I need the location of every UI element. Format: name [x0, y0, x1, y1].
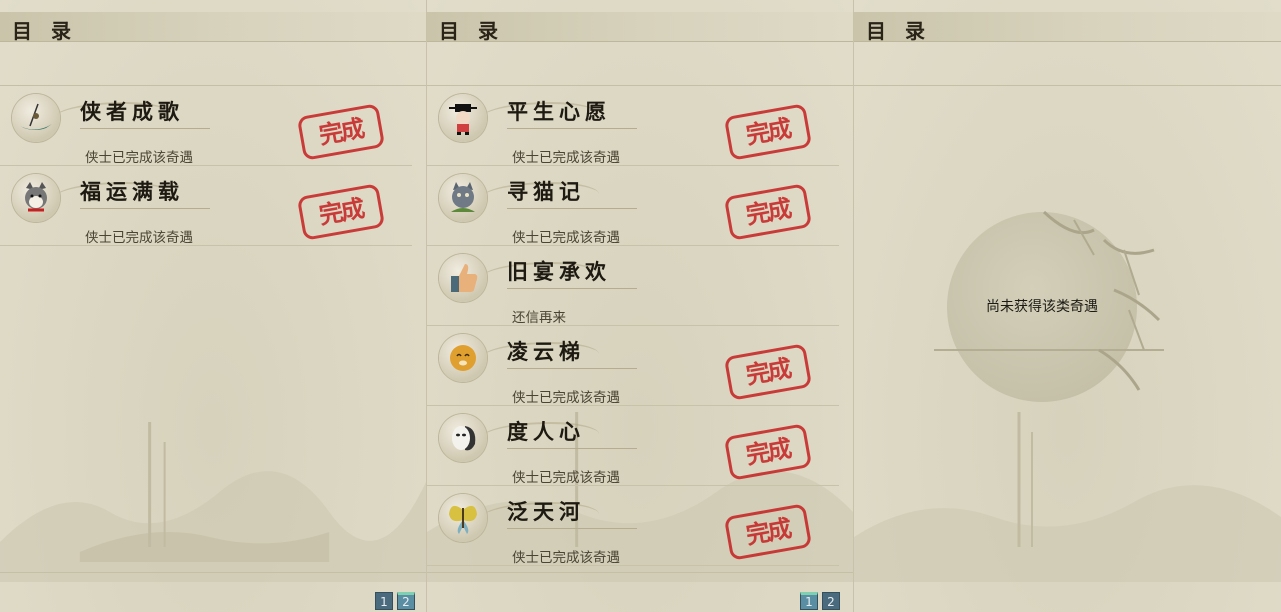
adventure-row-fantianhe[interactable]: 泛天河 侠士已完成该奇遇 完成: [427, 486, 839, 566]
title-underline: [507, 368, 637, 369]
fox-face-icon: [439, 334, 487, 382]
title-underline: [507, 448, 637, 449]
adventure-title: 侠者成歌: [80, 99, 184, 124]
adventure-catalog-panel-3: 目 录 尚未获得该类奇遇: [854, 0, 1281, 612]
completed-stamp: 完成: [723, 343, 813, 401]
adventure-catalog-panel-1: 目 录 侠者成歌 侠士已完成该奇遇 完成 福运满载 侠士已完成该奇遇 完成 1 …: [0, 0, 427, 612]
adventure-title: 凌云梯: [507, 339, 585, 364]
title-underline: [80, 128, 210, 129]
adventure-title: 度人心: [507, 419, 585, 444]
catalog-header: 目 录: [0, 12, 426, 43]
title-underline: [507, 128, 637, 129]
footer-divider: [427, 572, 853, 573]
mask-icon: [439, 414, 487, 462]
page-2-button[interactable]: 2: [822, 592, 840, 610]
footer-divider: [0, 572, 426, 573]
empty-state-message: 尚未获得该类奇遇: [986, 299, 1098, 315]
title-underline: [507, 208, 637, 209]
completed-stamp: 完成: [296, 103, 386, 161]
adventure-title: 寻猫记: [507, 179, 585, 204]
completed-stamp: 完成: [723, 503, 813, 561]
page-2-button[interactable]: 2: [397, 592, 415, 610]
page-1-button[interactable]: 1: [375, 592, 393, 610]
adventure-status: 侠士已完成该奇遇: [512, 230, 620, 246]
pagination: 1 2: [800, 592, 840, 612]
divider: [854, 85, 1281, 86]
adventure-title: 平生心愿: [507, 99, 611, 124]
completed-stamp: 完成: [296, 183, 386, 241]
adventure-catalog-panel-2: 目 录 平生心愿 侠士已完成该奇遇 完成 寻猫记 侠士已完成该奇遇 完成 旧宴承…: [427, 0, 854, 612]
boat-fisher-icon: [12, 94, 60, 142]
adventure-status: 侠士已完成该奇遇: [512, 150, 620, 166]
completed-stamp: 完成: [723, 103, 813, 161]
adventure-status: 侠士已完成该奇遇: [512, 550, 620, 566]
catalog-title: 目 录: [12, 19, 77, 43]
adventure-row-lingyunti[interactable]: 凌云梯 侠士已完成该奇遇 完成: [427, 326, 839, 406]
adventure-title: 福运满载: [80, 179, 184, 204]
pagination: 1 2: [375, 592, 415, 612]
adventure-status: 侠士已完成该奇遇: [512, 390, 620, 406]
catalog-title: 目 录: [866, 19, 931, 43]
ink-landscape-background: [0, 422, 426, 582]
catalog-title: 目 录: [439, 19, 504, 43]
husky-dog-icon: [12, 174, 60, 222]
adventure-row-pingshengxinyuan[interactable]: 平生心愿 侠士已完成该奇遇 完成: [427, 86, 839, 166]
adventure-row-durenxin[interactable]: 度人心 侠士已完成该奇遇 完成: [427, 406, 839, 486]
catalog-header: 目 录: [427, 12, 853, 43]
adventure-status: 侠士已完成该奇遇: [85, 230, 193, 246]
butterfly-icon: [439, 494, 487, 542]
adventure-row-jiuyanchenghuan[interactable]: 旧宴承欢 还信再来: [427, 246, 839, 326]
thumbs-up-icon: [439, 254, 487, 302]
completed-stamp: 完成: [723, 423, 813, 481]
adventure-status: 还信再来: [512, 310, 566, 326]
adventure-row-fuyunmanzai[interactable]: 福运满载 侠士已完成该奇遇 完成: [0, 166, 412, 246]
adventure-status: 侠士已完成该奇遇: [512, 470, 620, 486]
title-underline: [507, 288, 637, 289]
adventure-title: 泛天河: [507, 499, 585, 524]
title-underline: [80, 208, 210, 209]
adventure-row-xunmaoji[interactable]: 寻猫记 侠士已完成该奇遇 完成: [427, 166, 839, 246]
adventure-status: 侠士已完成该奇遇: [85, 150, 193, 166]
title-underline: [507, 528, 637, 529]
catalog-header: 目 录: [854, 12, 1281, 43]
page-1-button[interactable]: 1: [800, 592, 818, 610]
adventure-row-xiazhechengge[interactable]: 侠者成歌 侠士已完成该奇遇 完成: [0, 86, 412, 166]
completed-stamp: 完成: [723, 183, 813, 241]
adventure-title: 旧宴承欢: [507, 259, 611, 284]
scholar-figure-icon: [439, 94, 487, 142]
cat-icon: [439, 174, 487, 222]
